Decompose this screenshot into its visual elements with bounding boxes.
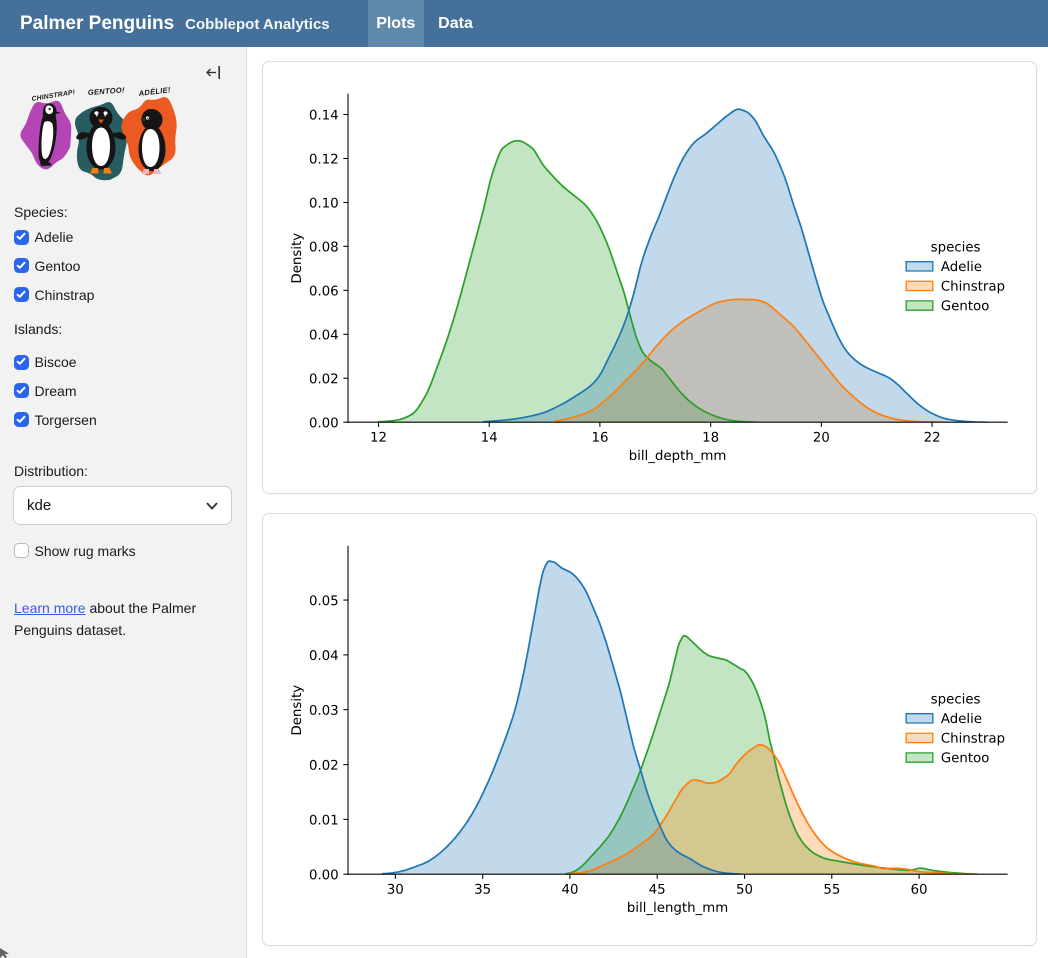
svg-text:CHINSTRAP!: CHINSTRAP! bbox=[31, 89, 76, 103]
svg-text:GENTOO!: GENTOO! bbox=[88, 85, 126, 97]
svg-text:ADÉLIE!: ADÉLIE! bbox=[137, 85, 171, 98]
